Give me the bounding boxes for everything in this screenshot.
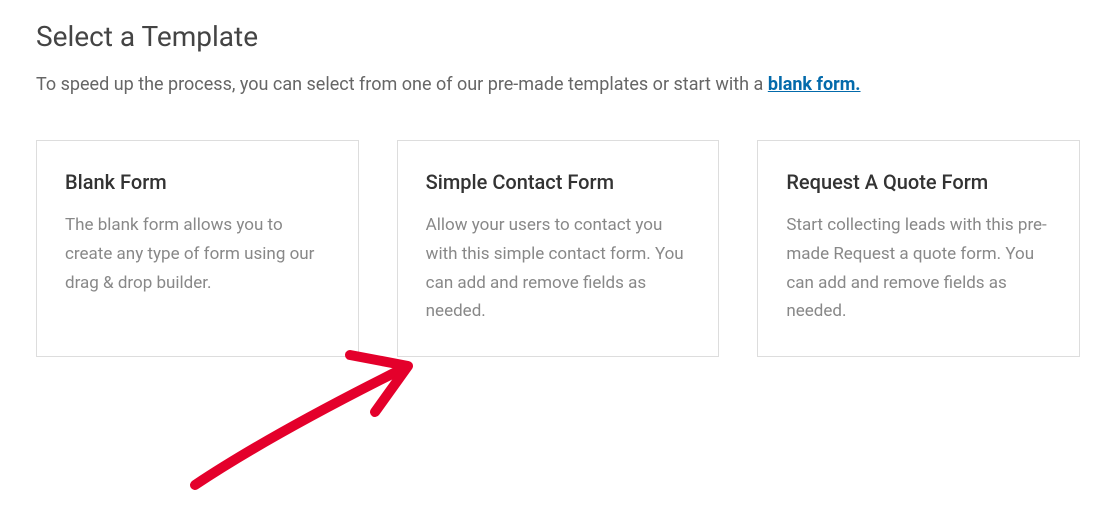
template-card-desc: The blank form allows you to create any …: [65, 211, 330, 298]
blank-form-link[interactable]: blank form.: [768, 74, 861, 95]
intro-prefix: To speed up the process, you can select …: [36, 74, 768, 95]
page-title: Select a Template: [36, 20, 1080, 53]
template-card-title: Blank Form: [65, 169, 330, 195]
template-card-desc: Start collecting leads with this pre-mad…: [786, 211, 1051, 327]
template-grid: Blank Form The blank form allows you to …: [36, 140, 1080, 358]
template-card-desc: Allow your users to contact you with thi…: [426, 211, 691, 327]
template-card-simple-contact[interactable]: Simple Contact Form Allow your users to …: [397, 140, 720, 358]
template-card-blank-form[interactable]: Blank Form The blank form allows you to …: [36, 140, 359, 358]
template-card-title: Request A Quote Form: [786, 169, 1051, 195]
template-card-request-quote[interactable]: Request A Quote Form Start collecting le…: [757, 140, 1080, 358]
intro-text: To speed up the process, you can select …: [36, 71, 1080, 100]
template-card-title: Simple Contact Form: [426, 169, 691, 195]
